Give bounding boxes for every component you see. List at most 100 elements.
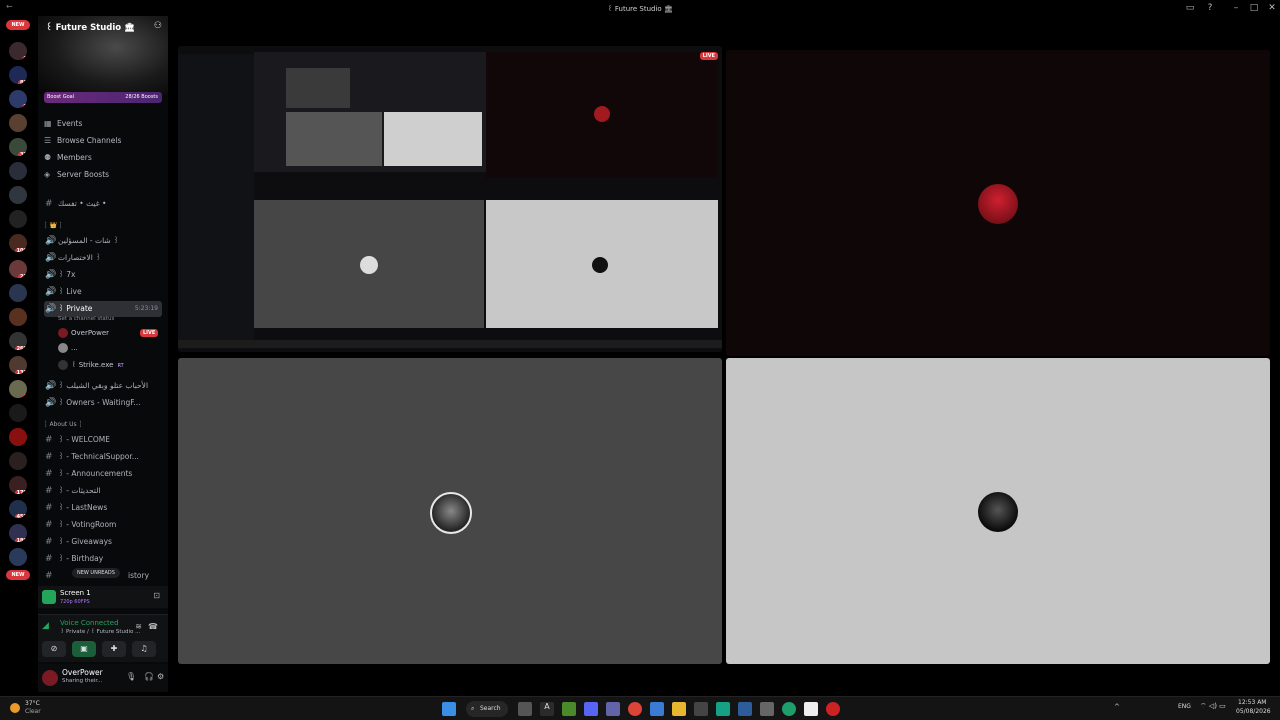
new-unreads-button[interactable]: NEW UNREADS bbox=[72, 568, 120, 578]
server-icon[interactable] bbox=[9, 210, 27, 228]
server-icon[interactable]: 132 bbox=[9, 356, 27, 374]
screen-share-tile[interactable]: LIVE bbox=[178, 46, 722, 352]
app-icon[interactable] bbox=[826, 702, 840, 716]
category-header[interactable]: ┊ 👑 ┊+ bbox=[44, 222, 173, 229]
server-icon[interactable]: 4 bbox=[9, 380, 27, 398]
channel-item[interactable]: # ꒱ - WELCOME bbox=[44, 432, 162, 448]
soundboard-button[interactable]: ♫ bbox=[132, 641, 156, 657]
app-icon[interactable]: A bbox=[540, 702, 554, 716]
edge-icon[interactable] bbox=[782, 702, 796, 716]
file-explorer-icon[interactable] bbox=[672, 702, 686, 716]
app-icon[interactable] bbox=[562, 702, 576, 716]
inbox-icon[interactable]: ▭ bbox=[1184, 2, 1196, 14]
active-voice-channel[interactable]: 🔊 ꒱ Private 5:23:19 bbox=[44, 301, 162, 317]
server-icon[interactable]: 2 bbox=[9, 90, 27, 108]
app-icon[interactable] bbox=[650, 702, 664, 716]
voice-channel-item[interactable]: 🔊 شات - المسؤلين ꒱ bbox=[44, 233, 162, 249]
signal-icon[interactable]: ◢ bbox=[42, 621, 49, 631]
app-icon[interactable] bbox=[716, 702, 730, 716]
voice-location[interactable]: ꒱ Private / ꒰ Future Studio ... bbox=[60, 628, 140, 635]
nav-members[interactable]: ⚉ Members bbox=[44, 150, 162, 166]
clock-date[interactable]: 05/08/2026 bbox=[1236, 708, 1271, 715]
channel-item[interactable]: # ꒱ - Giveaways bbox=[44, 534, 162, 550]
new-unreads-pill-top[interactable]: NEW bbox=[6, 20, 30, 30]
channel-item[interactable]: # ꒱ - التحديثات bbox=[44, 483, 162, 499]
server-icon[interactable] bbox=[9, 404, 27, 422]
server-icon[interactable]: 186 bbox=[9, 524, 27, 542]
screen-share-button[interactable]: ▣ bbox=[72, 641, 96, 657]
server-icon[interactable] bbox=[9, 162, 27, 180]
headphones-icon[interactable]: 🎧 bbox=[144, 672, 154, 681]
windows-start-icon[interactable] bbox=[442, 702, 456, 716]
server-icon[interactable]: 37 bbox=[9, 138, 27, 156]
new-unreads-pill-bottom[interactable]: NEW bbox=[6, 570, 30, 580]
wifi-volume-battery-icons[interactable]: ⌔ ◁) ▭ bbox=[1200, 702, 1226, 711]
channel-item[interactable]: # ꒱ - Announcements bbox=[44, 466, 162, 482]
participant-tile[interactable] bbox=[726, 358, 1270, 664]
minimize-button[interactable]: – bbox=[1230, 2, 1242, 14]
voice-channel-item[interactable]: 🔊 ꒱ Owners - WaitingF... bbox=[44, 395, 162, 411]
server-name[interactable]: ꒰ Future Studio 🏛 bbox=[46, 22, 135, 33]
server-icon[interactable] bbox=[9, 452, 27, 470]
noise-suppression-icon[interactable]: ≋ bbox=[135, 622, 142, 631]
maximize-button[interactable]: □ bbox=[1248, 2, 1260, 14]
clock-time[interactable]: 12:53 AM bbox=[1238, 699, 1266, 706]
teams-icon[interactable] bbox=[606, 702, 620, 716]
channel-item[interactable]: # ꒱ - Birthday bbox=[44, 551, 162, 567]
participant-tile[interactable] bbox=[178, 358, 722, 664]
voice-user[interactable]: ... bbox=[58, 341, 78, 355]
server-icon[interactable] bbox=[9, 186, 27, 204]
server-icon[interactable]: 453 bbox=[9, 500, 27, 518]
calculator-icon[interactable] bbox=[760, 702, 774, 716]
server-icon[interactable]: 23 bbox=[9, 260, 27, 278]
app-icon[interactable] bbox=[738, 702, 752, 716]
settings-gear-icon[interactable]: ⚙ bbox=[157, 672, 164, 681]
activities-button[interactable]: ✚ bbox=[102, 641, 126, 657]
participant-tile[interactable] bbox=[726, 50, 1270, 356]
nav-events[interactable]: ▦ Events bbox=[44, 116, 162, 132]
tray-chevron-icon[interactable]: ^ bbox=[1114, 703, 1120, 711]
server-icon[interactable]: 269 bbox=[9, 332, 27, 350]
channel-item[interactable]: # غيث • تفسك • bbox=[44, 196, 162, 212]
close-button[interactable]: ✕ bbox=[1266, 2, 1278, 14]
server-icon[interactable]: 170 bbox=[9, 476, 27, 494]
nav-browse-channels[interactable]: ☰ Browse Channels bbox=[44, 133, 162, 149]
app-icon[interactable] bbox=[694, 702, 708, 716]
channel-item[interactable]: # ꒱ - VotingRoom bbox=[44, 517, 162, 533]
popout-icon[interactable]: ⊡ bbox=[153, 591, 160, 600]
voice-channel-item[interactable]: 🔊 ꒱ الأحباب عتلو وبقي الشيلب bbox=[44, 378, 162, 394]
category-header[interactable]: ┊ About Us ┊+ bbox=[44, 421, 192, 428]
language-indicator[interactable]: ENG bbox=[1178, 703, 1191, 710]
avatar[interactable] bbox=[42, 670, 58, 686]
nav-server-boosts[interactable]: ◈ Server Boosts bbox=[44, 167, 162, 183]
server-icon[interactable] bbox=[9, 114, 27, 132]
boost-goal-bar[interactable]: Boost Goal 28/26 Boosts bbox=[44, 92, 162, 103]
voice-channel-item[interactable]: 🔊 ꒱ 7x bbox=[44, 267, 162, 283]
camera-button[interactable]: ⊘ bbox=[42, 641, 66, 657]
taskbar-search[interactable]: ⌕ Search bbox=[466, 701, 508, 717]
voice-channel-item[interactable]: 🔊 ꒱ Live bbox=[44, 284, 162, 300]
server-icon[interactable]: 81 bbox=[9, 66, 27, 84]
help-icon[interactable]: ? bbox=[1204, 2, 1216, 14]
server-icon[interactable] bbox=[9, 308, 27, 326]
channel-item[interactable]: # ꒱ - TechnicalSuppor... bbox=[44, 449, 162, 465]
server-icon[interactable] bbox=[9, 428, 27, 446]
microphone-icon[interactable]: 🎙 bbox=[126, 672, 136, 681]
chrome-icon[interactable] bbox=[628, 702, 642, 716]
server-banner[interactable]: ꒰ Future Studio 🏛 ⚇ bbox=[38, 16, 168, 94]
voice-user[interactable]: ꒰ Strike.exe RT bbox=[58, 358, 124, 372]
server-icon[interactable] bbox=[9, 284, 27, 302]
channel-item[interactable]: # ꒱ - LastNews bbox=[44, 500, 162, 516]
task-view-icon[interactable] bbox=[518, 702, 532, 716]
disconnect-icon[interactable]: ☎ bbox=[148, 622, 158, 631]
notepad-icon[interactable] bbox=[804, 702, 818, 716]
voice-user[interactable]: OverPower bbox=[58, 326, 109, 340]
voice-channel-item[interactable]: 🔊 الاختصارات ꒱ bbox=[44, 250, 162, 266]
invite-icon[interactable]: ⚇ bbox=[154, 21, 162, 31]
server-icon[interactable] bbox=[9, 548, 27, 566]
server-icon[interactable]: 1 bbox=[9, 42, 27, 60]
channel-status[interactable]: Set a channel status bbox=[58, 316, 114, 322]
discord-icon[interactable] bbox=[584, 702, 598, 716]
weather-icon[interactable] bbox=[10, 703, 20, 713]
server-icon[interactable]: 106 bbox=[9, 234, 27, 252]
